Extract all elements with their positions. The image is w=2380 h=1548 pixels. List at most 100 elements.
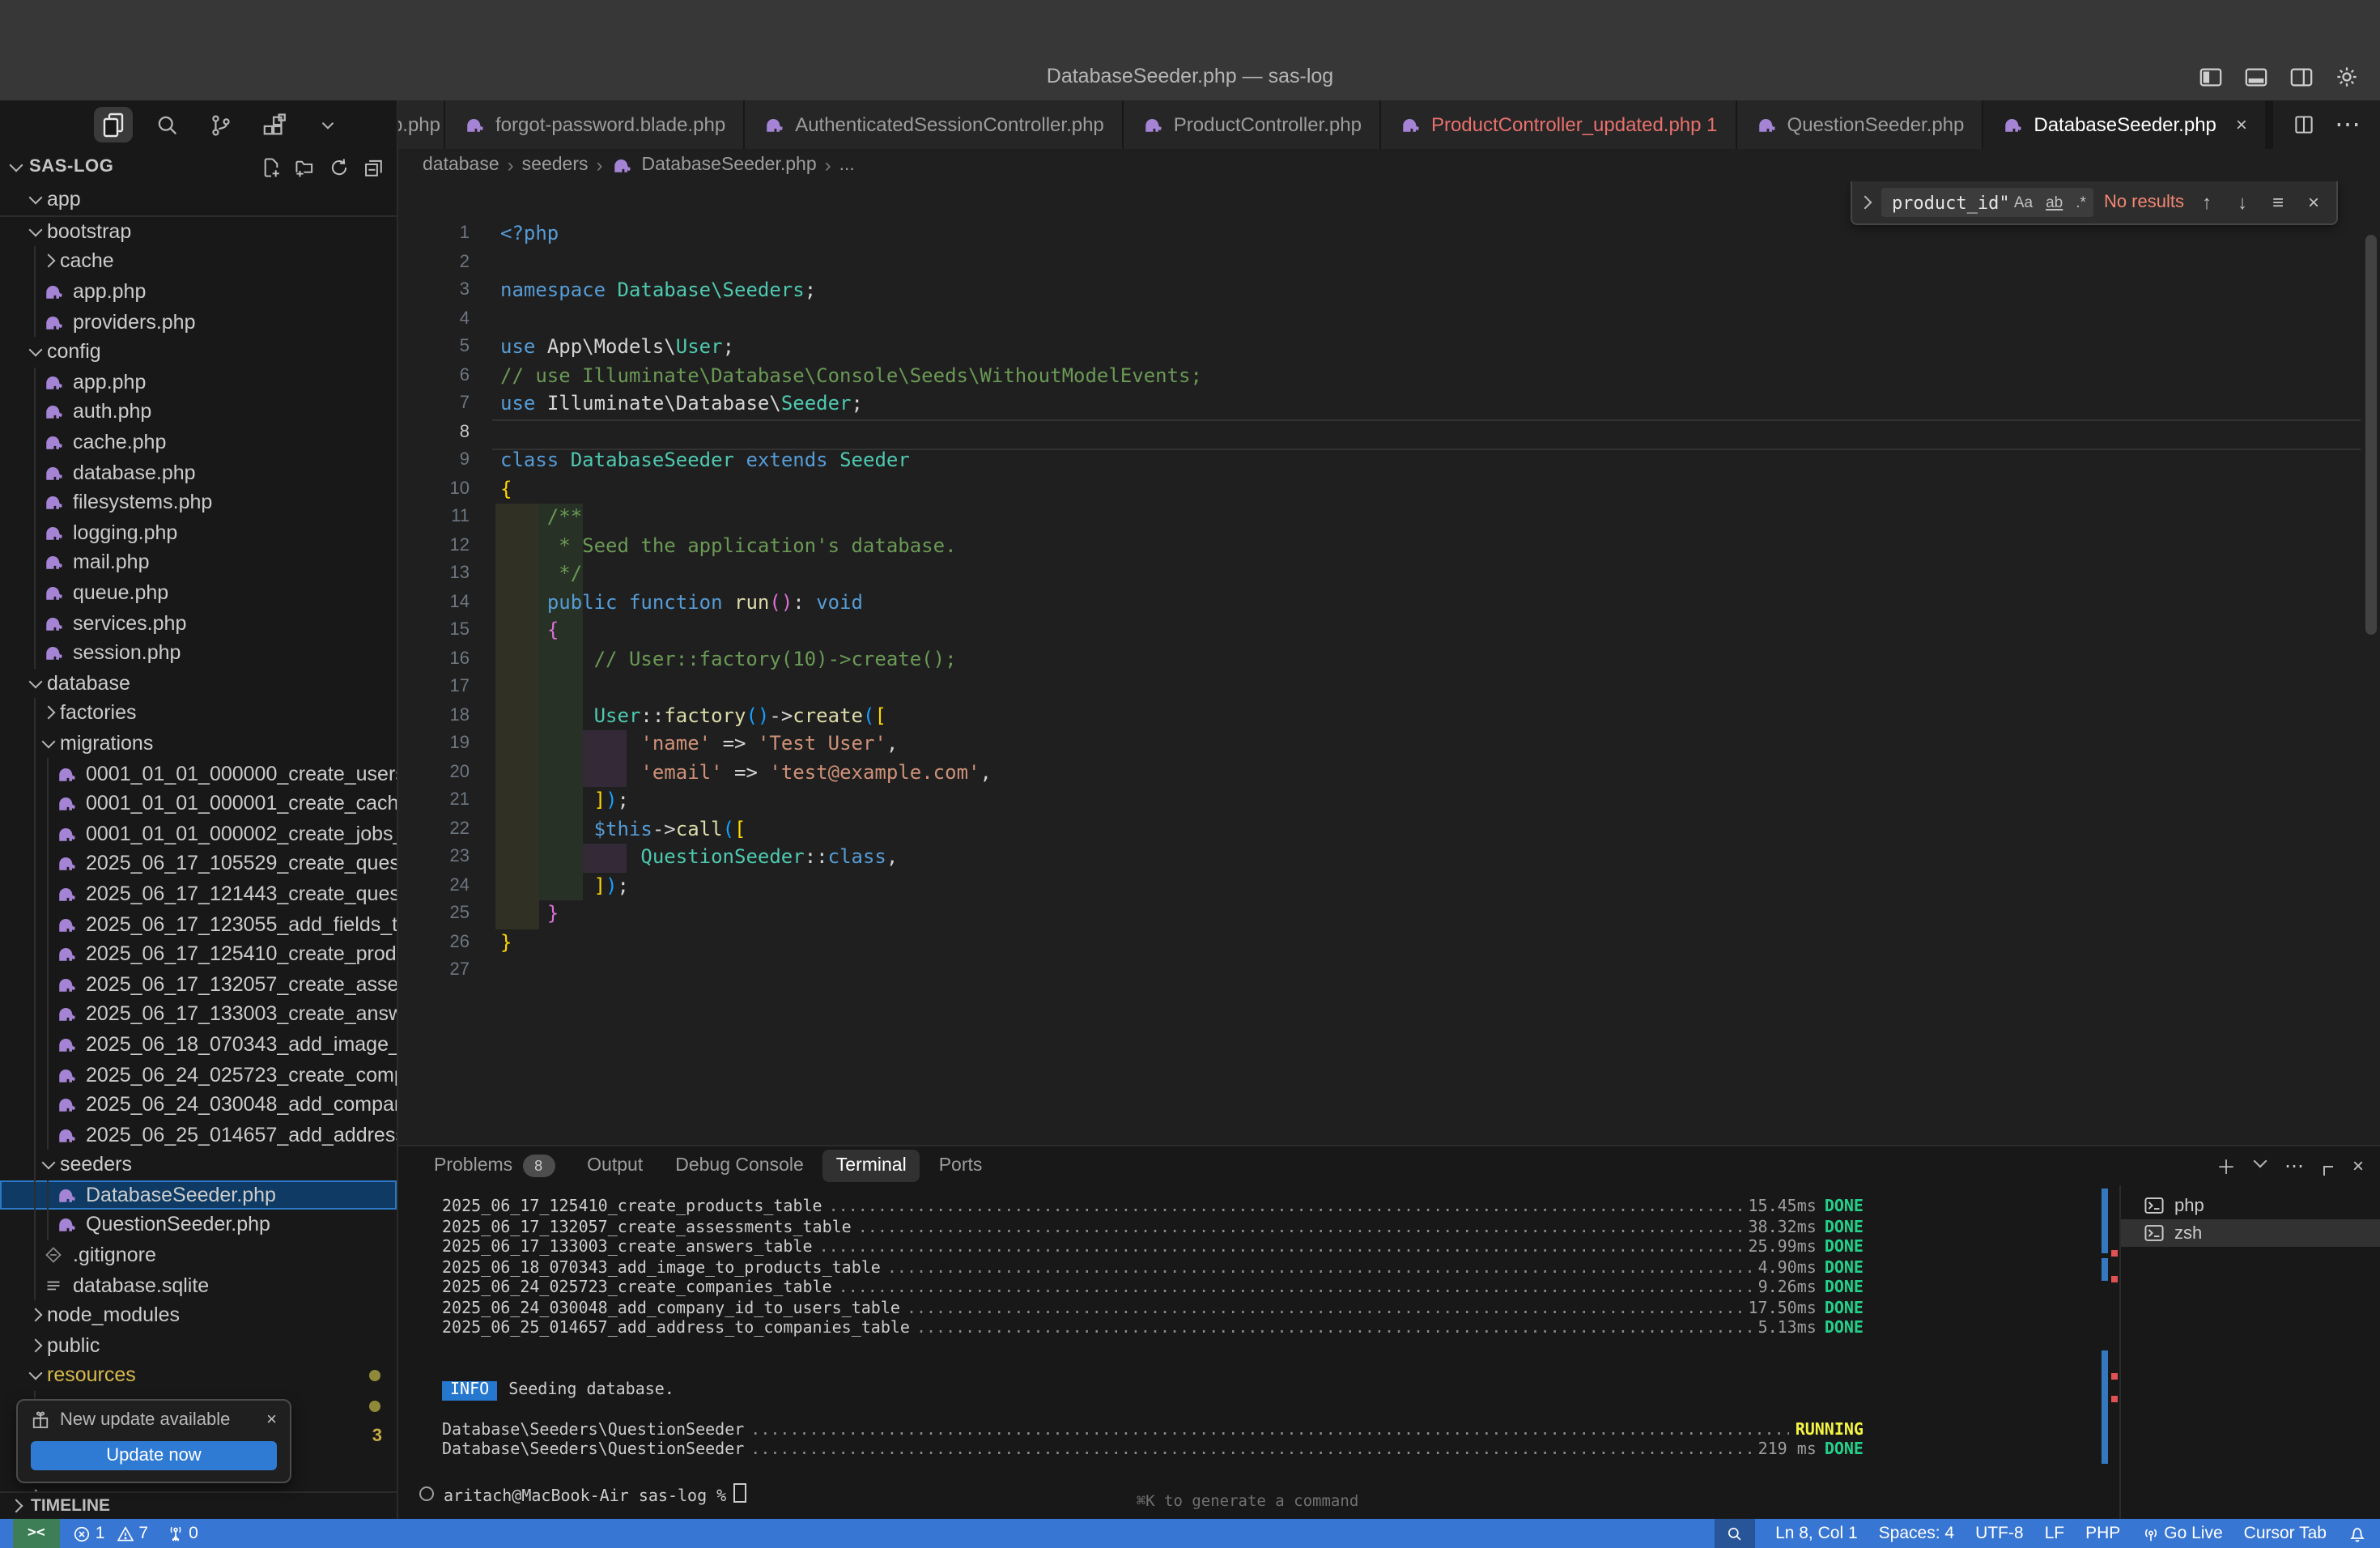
tree-folder-app[interactable]: app: [0, 185, 397, 216]
refresh-icon[interactable]: [329, 156, 350, 177]
panel-tab-output[interactable]: Output: [574, 1150, 656, 1182]
tree-file-2025_06_18_070343_add_image_to_...[interactable]: 2025_06_18_070343_add_image_to_...: [0, 1029, 397, 1059]
activity-extensions-icon[interactable]: [254, 107, 293, 142]
tree-file-mail.php[interactable]: mail.php: [0, 547, 397, 577]
tree-folder-resources[interactable]: resources: [0, 1360, 397, 1390]
tree-file-providers.php[interactable]: providers.php: [0, 307, 397, 337]
more-actions-icon[interactable]: ⋯: [2335, 108, 2361, 141]
tree-file-2025_06_17_125410_create_products...[interactable]: 2025_06_17_125410_create_products...: [0, 939, 397, 969]
tree-file-2025_06_17_121443_create_questions...[interactable]: 2025_06_17_121443_create_questions...: [0, 878, 397, 908]
tree-file-QuestionSeeder.php[interactable]: QuestionSeeder.php: [0, 1210, 397, 1240]
close-find-button[interactable]: ×: [2301, 191, 2327, 214]
status-utf-8[interactable]: UTF-8: [1975, 1524, 2024, 1543]
maximize-panel-icon[interactable]: [2322, 1163, 2335, 1176]
problems-status[interactable]: 1 7: [73, 1524, 148, 1543]
tree-file-0001_01_01_000001_create_cache_ta...[interactable]: 0001_01_01_000001_create_cache_ta...: [0, 789, 397, 819]
tree-file-.gitignore[interactable]: .gitignore: [0, 1240, 397, 1270]
tree-file-logging.php[interactable]: logging.php: [0, 517, 397, 547]
status-ln-8-col-1[interactable]: Ln 8, Col 1: [1775, 1524, 1858, 1543]
breadcrumb-item[interactable]: ...: [839, 155, 855, 175]
tree-folder-bootstrap[interactable]: bootstrap: [0, 216, 397, 246]
settings-gear-icon[interactable]: [2331, 62, 2361, 91]
chevron-down-icon[interactable]: [10, 160, 23, 173]
tab-eb.php[interactable]: eb.php: [398, 100, 445, 149]
tree-file-2025_06_17_132057_create_assessme...[interactable]: 2025_06_17_132057_create_assessme...: [0, 969, 397, 999]
collapse-all-icon[interactable]: [363, 156, 384, 177]
split-editor-icon[interactable]: [2293, 113, 2315, 136]
breadcrumb-item[interactable]: seeders: [522, 155, 589, 175]
breadcrumb[interactable]: database›seeders›DatabaseSeeder.php›...: [398, 149, 2380, 181]
tree-file-app.php[interactable]: app.php: [0, 277, 397, 307]
status-lf[interactable]: LF: [2045, 1524, 2065, 1543]
tab-ProductController_updated.php[interactable]: ProductController_updated.php 1: [1381, 100, 1737, 149]
status-cursor-tab[interactable]: Cursor Tab: [2244, 1524, 2327, 1543]
tree-file-queue.php[interactable]: queue.php: [0, 577, 397, 607]
terminal-instance-php[interactable]: php: [2121, 1192, 2380, 1219]
terminal-output[interactable]: ⌘K to generate a command 2025_06_17_1254…: [398, 1185, 2097, 1519]
tree-file-cache.php[interactable]: cache.php: [0, 427, 397, 457]
tree-file-2025_06_25_014657_add_address_to...[interactable]: 2025_06_25_014657_add_address_to...: [0, 1120, 397, 1150]
search-input[interactable]: product_id" v Aa ab .*: [1882, 188, 2094, 217]
status-php[interactable]: PHP: [2085, 1524, 2120, 1543]
close-tab-icon[interactable]: ×: [2236, 113, 2247, 136]
tree-file-DatabaseSeeder.php[interactable]: DatabaseSeeder.php: [0, 1180, 397, 1210]
close-panel-icon[interactable]: ×: [2352, 1155, 2364, 1177]
tree-folder-cache[interactable]: cache: [0, 246, 397, 276]
editor-scrollbar[interactable]: [2365, 235, 2377, 635]
panel-tab-problems[interactable]: Problems8: [421, 1150, 567, 1182]
tree-folder-node_modules[interactable]: node_modules: [0, 1300, 397, 1330]
close-icon[interactable]: ×: [266, 1410, 277, 1430]
panel-tab-ports[interactable]: Ports: [926, 1150, 996, 1182]
ports-status[interactable]: 0: [166, 1524, 198, 1543]
tree-file-database.php[interactable]: database.php: [0, 457, 397, 487]
activity-more-views-icon[interactable]: [308, 107, 346, 142]
remote-indicator[interactable]: ><: [13, 1519, 60, 1548]
terminal-instance-zsh[interactable]: zsh: [2121, 1219, 2380, 1247]
bell-icon[interactable]: [2348, 1524, 2367, 1543]
new-file-icon[interactable]: [261, 156, 282, 177]
tab-AuthenticatedSessionController.php[interactable]: AuthenticatedSessionController.php: [745, 100, 1124, 149]
tree-file-services.php[interactable]: services.php: [0, 608, 397, 638]
activity-explorer-icon[interactable]: [94, 107, 133, 142]
tree-file-2025_06_17_105529_create_question...[interactable]: 2025_06_17_105529_create_question...: [0, 848, 397, 878]
find-expand-icon[interactable]: [1859, 196, 1872, 209]
panel-more-icon[interactable]: ⋯: [2284, 1155, 2304, 1177]
tree-file-auth.php[interactable]: auth.php: [0, 397, 397, 427]
tree-file-2025_06_17_123055_add_fields_to_u...[interactable]: 2025_06_17_123055_add_fields_to_u...: [0, 909, 397, 939]
find-in-selection-button[interactable]: ≡: [2265, 191, 2291, 214]
tree-file-2025_06_24_030048_add_company_...[interactable]: 2025_06_24_030048_add_company_...: [0, 1090, 397, 1120]
tab-ProductController.php[interactable]: ProductController.php: [1124, 100, 1381, 149]
panel-tab-debug-console[interactable]: Debug Console: [662, 1150, 817, 1182]
whole-word-toggle[interactable]: ab: [2042, 192, 2066, 213]
toggle-panel-icon[interactable]: [2241, 62, 2270, 91]
activity-source-control-icon[interactable]: [201, 107, 240, 142]
new-folder-icon[interactable]: [295, 156, 316, 177]
breadcrumb-item[interactable]: DatabaseSeeder.php: [642, 155, 817, 175]
status-spaces-4[interactable]: Spaces: 4: [1879, 1524, 1954, 1543]
code-editor[interactable]: 1234567891011121314151617181920212223242…: [398, 181, 2380, 1145]
tree-file-2025_06_17_133003_create_answers_...[interactable]: 2025_06_17_133003_create_answers_...: [0, 999, 397, 1029]
activity-search-icon[interactable]: [147, 107, 186, 142]
tab-QuestionSeeder.php[interactable]: QuestionSeeder.php: [1737, 100, 1984, 149]
toggle-sidebar-icon[interactable]: [2195, 62, 2225, 91]
tree-file-app.php[interactable]: app.php: [0, 367, 397, 397]
next-match-button[interactable]: ↓: [2229, 191, 2255, 214]
launch-profile-icon[interactable]: [2254, 1156, 2267, 1169]
match-case-toggle[interactable]: Aa: [2011, 192, 2036, 213]
tree-folder-seeders[interactable]: seeders: [0, 1150, 397, 1180]
tree-file-filesystems.php[interactable]: filesystems.php: [0, 487, 397, 517]
update-now-button[interactable]: Update now: [31, 1441, 277, 1470]
previous-match-button[interactable]: ↑: [2194, 191, 2220, 214]
tree-file-session.php[interactable]: session.php: [0, 638, 397, 668]
tree-folder-database[interactable]: database: [0, 668, 397, 698]
tree-folder-public[interactable]: public: [0, 1330, 397, 1360]
regex-toggle[interactable]: .*: [2072, 192, 2089, 213]
tree-file-2025_06_24_025723_create_compan...[interactable]: 2025_06_24_025723_create_compan...: [0, 1059, 397, 1089]
toggle-secondary-sidebar-icon[interactable]: [2286, 62, 2315, 91]
tree-file-0001_01_01_000000_create_users_ta...[interactable]: 0001_01_01_000000_create_users_ta...: [0, 759, 397, 789]
tab-forgot-password.blade.php[interactable]: forgot-password.blade.php: [445, 100, 745, 149]
tab-DatabaseSeeder.php[interactable]: DatabaseSeeder.php×: [1983, 100, 2267, 149]
tree-folder-factories[interactable]: factories: [0, 698, 397, 728]
panel-tab-terminal[interactable]: Terminal: [823, 1150, 920, 1182]
status-go-live[interactable]: Go Live: [2141, 1524, 2222, 1543]
